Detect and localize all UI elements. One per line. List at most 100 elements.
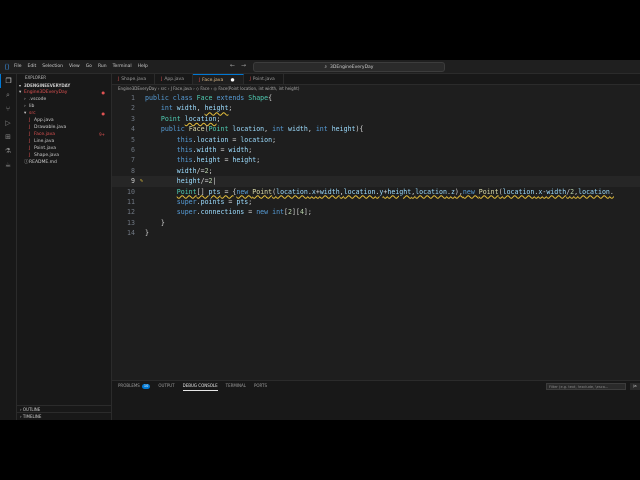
code-text: super.connections = new int[2][4]; (176, 208, 312, 217)
timeline-section[interactable]: › TIMELINE (17, 412, 111, 419)
panel-tab-label: PORTS (254, 383, 268, 388)
code-text: public Face(Point location, int width, i… (160, 125, 364, 134)
code-text: this.height = height; (176, 156, 261, 165)
search-icon[interactable]: ⌕ (0, 88, 16, 102)
tab-face-java[interactable]: J Face.java ● (192, 74, 244, 84)
tree-item-label: README.md (29, 160, 57, 165)
menu-selection[interactable]: Selection (42, 64, 63, 69)
panel-tab-ports[interactable]: PORTS (254, 381, 267, 391)
code-line[interactable]: 11 super.points = pts; (112, 197, 640, 207)
code-line[interactable]: 1 public class Face extends Shape{ (112, 93, 640, 103)
line-number: 13 (127, 218, 135, 227)
explorer-sidebar: EXPLORER ▾ 3DENGINEEVERYDAY ▾ Engine3DEver… (17, 74, 112, 420)
code-line[interactable]: 13 } (112, 218, 640, 228)
extensions-icon[interactable]: ⊞ (0, 130, 16, 144)
tree-item[interactable]: ▾ src ● (17, 110, 111, 117)
code-line[interactable]: 6 this.width = width; (112, 145, 640, 155)
panel-tab-label: DEBUG CONSOLE (182, 383, 218, 388)
back-arrow-icon[interactable]: ← (230, 62, 241, 69)
tab-point-java[interactable]: J Point.java (244, 74, 284, 84)
tree-item[interactable]: › .vscode (17, 96, 111, 103)
code-line[interactable]: 7 this.height = height; (112, 155, 640, 165)
code-line[interactable]: 9 height/=2| ✎ (112, 176, 640, 187)
lightbulb-icon[interactable]: ✎ (140, 176, 143, 186)
menu-help[interactable]: Help (138, 64, 148, 69)
line-number: 7 (131, 156, 135, 165)
code-line[interactable]: 2 int width, height; (112, 103, 640, 113)
tab-label: Point.java (252, 77, 275, 82)
unsaved-dot-icon[interactable]: ● (229, 78, 235, 83)
line-number: 14 (127, 229, 135, 238)
testing-icon[interactable]: ⚗ (0, 144, 16, 158)
filter-input[interactable]: Filter (e.g. text, !exclude, \esca... (546, 383, 626, 390)
project-root[interactable]: ▾ 3DENGINEEVERYDAY (17, 82, 111, 89)
tree-item[interactable]: ▾ Engine3DEveryDay ● (17, 89, 111, 96)
java-projects-icon[interactable]: ☕ (0, 158, 16, 172)
panel-tab-output[interactable]: OUTPUT (158, 381, 174, 391)
line-number: 12 (127, 208, 135, 217)
line-number: 2 (131, 104, 135, 113)
panel-more-icon[interactable]: Ja (630, 383, 640, 390)
source-control-icon[interactable]: ⑂ (0, 102, 16, 116)
tree-item[interactable]: ⓘREADME.md (17, 159, 111, 166)
panel-tab-problems[interactable]: PROBLEMS 10 (118, 381, 151, 391)
tree-item-label: Line.java (34, 139, 55, 144)
file-tree: ▾ Engine3DEveryDay ● › .vscode › lib ▾ src ● J App.… (17, 89, 111, 166)
java-file-icon: J (161, 76, 163, 81)
tree-item-label: lib (29, 104, 35, 109)
code-text: height/=2| (176, 177, 217, 186)
line-number: 3 (131, 114, 135, 123)
code-line[interactable]: 5 this.location = location; (112, 135, 640, 145)
command-center[interactable]: ⌕ 3DEngineEveryDay (253, 62, 445, 72)
code-editor[interactable]: 1 public class Face extends Shape{2 int w… (112, 93, 640, 383)
tree-item[interactable]: J Point.java (17, 145, 111, 152)
tree-item-label: src (29, 111, 36, 116)
menu-file[interactable]: File (14, 64, 22, 69)
panel-tab-debug-console[interactable]: DEBUG CONSOLE (182, 381, 218, 391)
panel-tab-terminal[interactable]: TERMINAL (226, 381, 246, 391)
code-line[interactable]: 3 Point location; (112, 114, 640, 124)
menu-view[interactable]: View (69, 64, 80, 69)
tree-item[interactable]: J Line.java (17, 138, 111, 145)
code-line[interactable]: 10 Point[] pts = {new Point(location.x+w… (112, 187, 640, 197)
tree-item-label: Point.java (34, 146, 57, 151)
menu-edit[interactable]: Edit (28, 64, 37, 69)
tree-item[interactable]: J Face.java 9+ (17, 131, 111, 138)
problems-count-badge: 10 (141, 384, 151, 389)
breadcrumb[interactable]: Engine3DEveryDay › src › J Face.java › ◇… (112, 85, 640, 93)
tab-app-java[interactable]: J App.java (155, 74, 193, 84)
bottom-panel: PROBLEMS 10 OUTPUT DEBUG CONSOLE TERMINAL POR… (112, 380, 640, 420)
code-text: int width, height; (160, 104, 233, 113)
tab-shape-java[interactable]: J Shape.java (112, 74, 156, 84)
tab-label: Face.java (202, 78, 224, 83)
menu-bar: File Edit Selection View Go Run Terminal Help (14, 64, 154, 69)
explorer-icon[interactable]: ❐ (0, 74, 16, 88)
tree-item-label: App.java (34, 118, 54, 123)
code-line[interactable]: 4 public Face(Point location, int width,… (112, 124, 640, 134)
tree-item[interactable]: J App.java (17, 117, 111, 124)
code-line[interactable]: 12 super.connections = new int[2][4]; (112, 207, 640, 217)
search-icon: ⌕ (324, 65, 328, 70)
code-line[interactable]: 14} (112, 228, 640, 238)
nav-arrows[interactable]: ←→ (230, 62, 252, 69)
run-debug-icon[interactable]: ▷ (0, 116, 16, 130)
tab-label: App.java (164, 77, 184, 82)
menu-terminal[interactable]: Terminal (113, 64, 132, 69)
tab-label: Shape.java (121, 77, 147, 82)
code-text: this.location = location; (176, 135, 277, 144)
vscode-logo-icon: ⟨⟩ (4, 62, 10, 71)
line-number: 6 (131, 145, 135, 154)
command-center-label: 3DEngineEveryDay (330, 64, 374, 70)
menu-go[interactable]: Go (86, 64, 92, 69)
forward-arrow-icon[interactable]: → (241, 62, 252, 69)
tree-item-label: .vscode (29, 97, 47, 102)
tree-item[interactable]: J Drawable.java (17, 124, 111, 131)
title-bar: ⟨⟩ File Edit Selection View Go Run Terminal Hel… (0, 60, 640, 74)
menu-run[interactable]: Run (98, 64, 107, 69)
tree-item[interactable]: J Shape.java (17, 152, 111, 159)
code-text: } (145, 229, 149, 238)
outline-section[interactable]: › OUTLINE (17, 405, 111, 412)
tree-item-label: Drawable.java (34, 125, 67, 130)
code-line[interactable]: 8 width/=2; (112, 166, 640, 176)
tree-item[interactable]: › lib (17, 103, 111, 110)
